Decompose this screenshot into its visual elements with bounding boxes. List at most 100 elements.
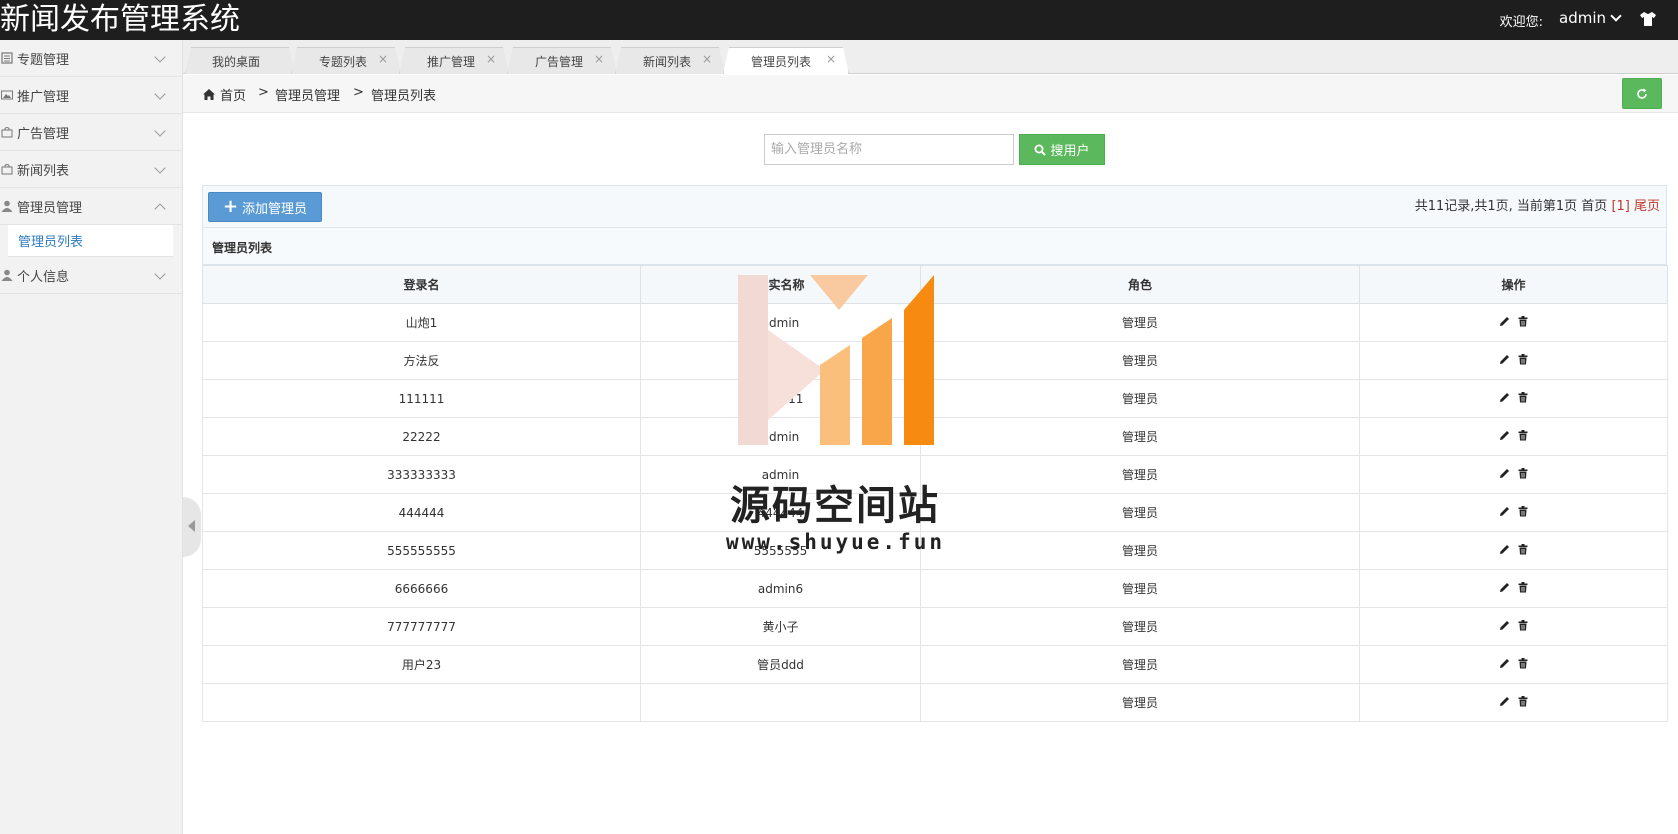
table-row: 111111 111111 管理员 <box>202 379 1668 418</box>
add-admin-button[interactable]: + 添加管理员 <box>208 192 322 222</box>
pencil-icon[interactable] <box>1499 392 1510 403</box>
cell-role: 管理员 <box>920 607 1360 646</box>
pagination: 共11记录,共1页, 当前第1页 首页 [1] 尾页 <box>1415 195 1660 214</box>
pencil-icon[interactable] <box>1499 544 1510 555</box>
close-icon[interactable]: × <box>826 52 836 66</box>
table-row: 方法反 admin 管理员 <box>202 341 1668 380</box>
tshirt-icon[interactable] <box>1639 11 1657 27</box>
pencil-icon[interactable] <box>1499 468 1510 479</box>
plus-icon: + <box>222 196 239 217</box>
pagination-last[interactable]: 尾页 <box>1630 199 1660 214</box>
sidebar-item-profile[interactable]: 个人信息 <box>0 257 182 294</box>
pencil-icon[interactable] <box>1499 582 1510 593</box>
trash-icon[interactable] <box>1518 505 1528 517</box>
breadcrumb-level1[interactable]: 管理员管理 <box>275 85 340 104</box>
cell-real-name: 111111 <box>640 379 921 418</box>
chevron-down-icon <box>154 162 166 174</box>
cell-login: 山炮1 <box>202 303 641 342</box>
tab-ads[interactable]: 广告管理 × <box>507 47 617 74</box>
column-header-real-name: 真实名称 <box>640 265 921 304</box>
close-icon[interactable]: × <box>486 52 496 66</box>
breadcrumb-home[interactable]: 首页 <box>220 85 246 104</box>
chevron-left-icon <box>188 520 195 532</box>
tab-desktop[interactable]: 我的桌面 <box>185 47 295 74</box>
pagination-summary: 共11记录,共1页, 当前第1页 首页 <box>1414 199 1612 214</box>
top-header: 新闻发布管理系统 欢迎您: admin <box>0 0 1678 40</box>
welcome-label: 欢迎您: <box>1499 15 1543 30</box>
cell-actions <box>1359 341 1668 380</box>
cell-login: 333333333 <box>202 455 641 494</box>
refresh-icon <box>1637 88 1647 99</box>
search-input[interactable] <box>764 134 1014 165</box>
close-icon[interactable]: × <box>702 52 712 66</box>
trash-icon[interactable] <box>1518 467 1528 479</box>
pencil-icon[interactable] <box>1499 506 1510 517</box>
user-icon <box>1 269 13 281</box>
sidebar-item-admins[interactable]: 管理员管理 <box>0 188 182 225</box>
search-button[interactable]: 搜用户 <box>1019 134 1105 165</box>
cell-real-name: admin <box>640 303 921 342</box>
pencil-icon[interactable] <box>1499 354 1510 365</box>
sidebar-collapse-handle[interactable] <box>183 497 201 557</box>
close-icon[interactable]: × <box>378 52 388 66</box>
chevron-down-icon <box>154 125 166 137</box>
cell-role: 管理员 <box>920 455 1360 494</box>
sidebar-item-promotion[interactable]: 推广管理 <box>0 77 182 114</box>
trash-icon[interactable] <box>1518 353 1528 365</box>
cell-actions <box>1359 417 1668 456</box>
close-icon[interactable]: × <box>594 52 604 66</box>
trash-icon[interactable] <box>1518 543 1528 555</box>
sidebar-item-label: 新闻列表 <box>17 163 70 179</box>
search-button-label: 搜用户 <box>1050 144 1090 159</box>
trash-icon[interactable] <box>1518 695 1528 707</box>
pencil-icon[interactable] <box>1499 620 1510 631</box>
sidebar-item-news[interactable]: 新闻列表 <box>0 151 182 188</box>
cell-actions <box>1359 455 1668 494</box>
watermark-title: 源码空间站 <box>730 483 940 529</box>
cell-actions <box>1359 531 1668 570</box>
sidebar-item-label: 推广管理 <box>17 89 70 105</box>
pencil-icon[interactable] <box>1499 696 1510 707</box>
cell-role: 管理员 <box>920 645 1360 684</box>
sidebar-item-label: 个人信息 <box>17 269 70 285</box>
sidebar-item-ads[interactable]: 广告管理 <box>0 114 182 151</box>
tab-label: 专题列表 <box>319 54 368 69</box>
trash-icon[interactable] <box>1518 657 1528 669</box>
tab-label: 新闻列表 <box>643 54 692 69</box>
pencil-icon[interactable] <box>1499 658 1510 669</box>
image-icon <box>1 90 13 100</box>
trash-icon[interactable] <box>1518 429 1528 441</box>
home-icon <box>203 89 215 100</box>
tab-topic-list[interactable]: 专题列表 × <box>291 47 401 74</box>
sidebar-subitem-admin-list[interactable]: 管理员列表 <box>8 225 173 257</box>
cell-role: 管理员 <box>920 683 1360 722</box>
table-row: 777777777 黄小子 管理员 <box>202 607 1668 646</box>
trash-icon[interactable] <box>1518 619 1528 631</box>
tab-news-list[interactable]: 新闻列表 × <box>615 47 725 74</box>
pagination-current[interactable]: [1] <box>1611 199 1629 214</box>
user-icon <box>1 200 13 212</box>
bag-icon <box>1 164 13 175</box>
table-row: 管理员 <box>202 683 1668 722</box>
username: admin <box>1559 9 1606 27</box>
tab-promotion[interactable]: 推广管理 × <box>399 47 509 74</box>
chevron-down-icon <box>154 51 166 63</box>
watermark-url: www.shuyue.fun <box>726 530 946 554</box>
breadcrumb-separator: > <box>258 85 269 100</box>
chevron-up-icon <box>154 203 166 215</box>
pencil-icon[interactable] <box>1499 430 1510 441</box>
trash-icon[interactable] <box>1518 315 1528 327</box>
cell-login: 22222 <box>202 417 641 456</box>
sidebar-item-topics[interactable]: 专题管理 <box>0 40 182 77</box>
search-icon <box>1034 144 1047 156</box>
refresh-button[interactable] <box>1622 78 1662 109</box>
cell-real-name: admin <box>640 417 921 456</box>
app-title: 新闻发布管理系统 <box>0 2 240 37</box>
tab-admin-list[interactable]: 管理员列表 × <box>723 47 849 74</box>
trash-icon[interactable] <box>1518 391 1528 403</box>
tab-label: 我的桌面 <box>212 54 261 69</box>
user-menu[interactable]: admin <box>1559 9 1622 27</box>
cell-actions <box>1359 569 1668 608</box>
trash-icon[interactable] <box>1518 581 1528 593</box>
pencil-icon[interactable] <box>1499 316 1510 327</box>
